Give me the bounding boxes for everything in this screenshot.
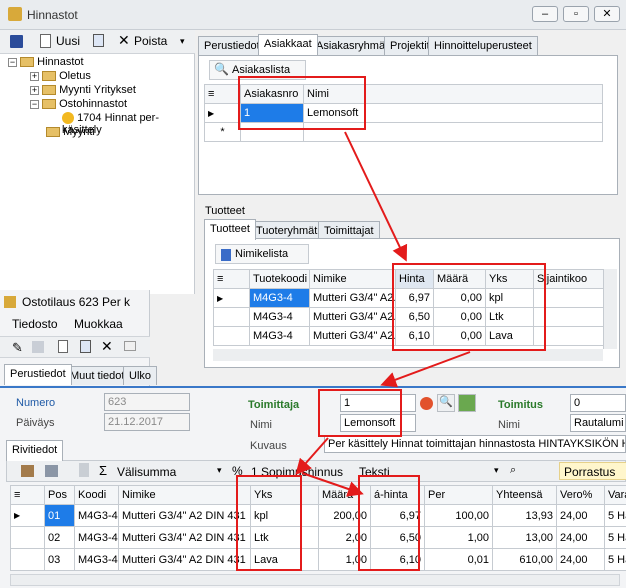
arrow-supplier-to-unit [295, 437, 329, 475]
arrow-unit-to-price [301, 472, 364, 497]
annotation-arrows [295, 131, 471, 497]
tab-order-perustiedot[interactable]: Perustiedot [4, 364, 72, 385]
tab-tuotteet[interactable]: Tuotteet [204, 219, 256, 240]
arrow-price-to-supplier [380, 351, 471, 388]
tab-asiakkaat[interactable]: Asiakkaat [258, 34, 318, 55]
arrow-customer-to-price [344, 131, 408, 262]
tab-rivitiedot[interactable]: Rivitiedot [6, 440, 64, 461]
